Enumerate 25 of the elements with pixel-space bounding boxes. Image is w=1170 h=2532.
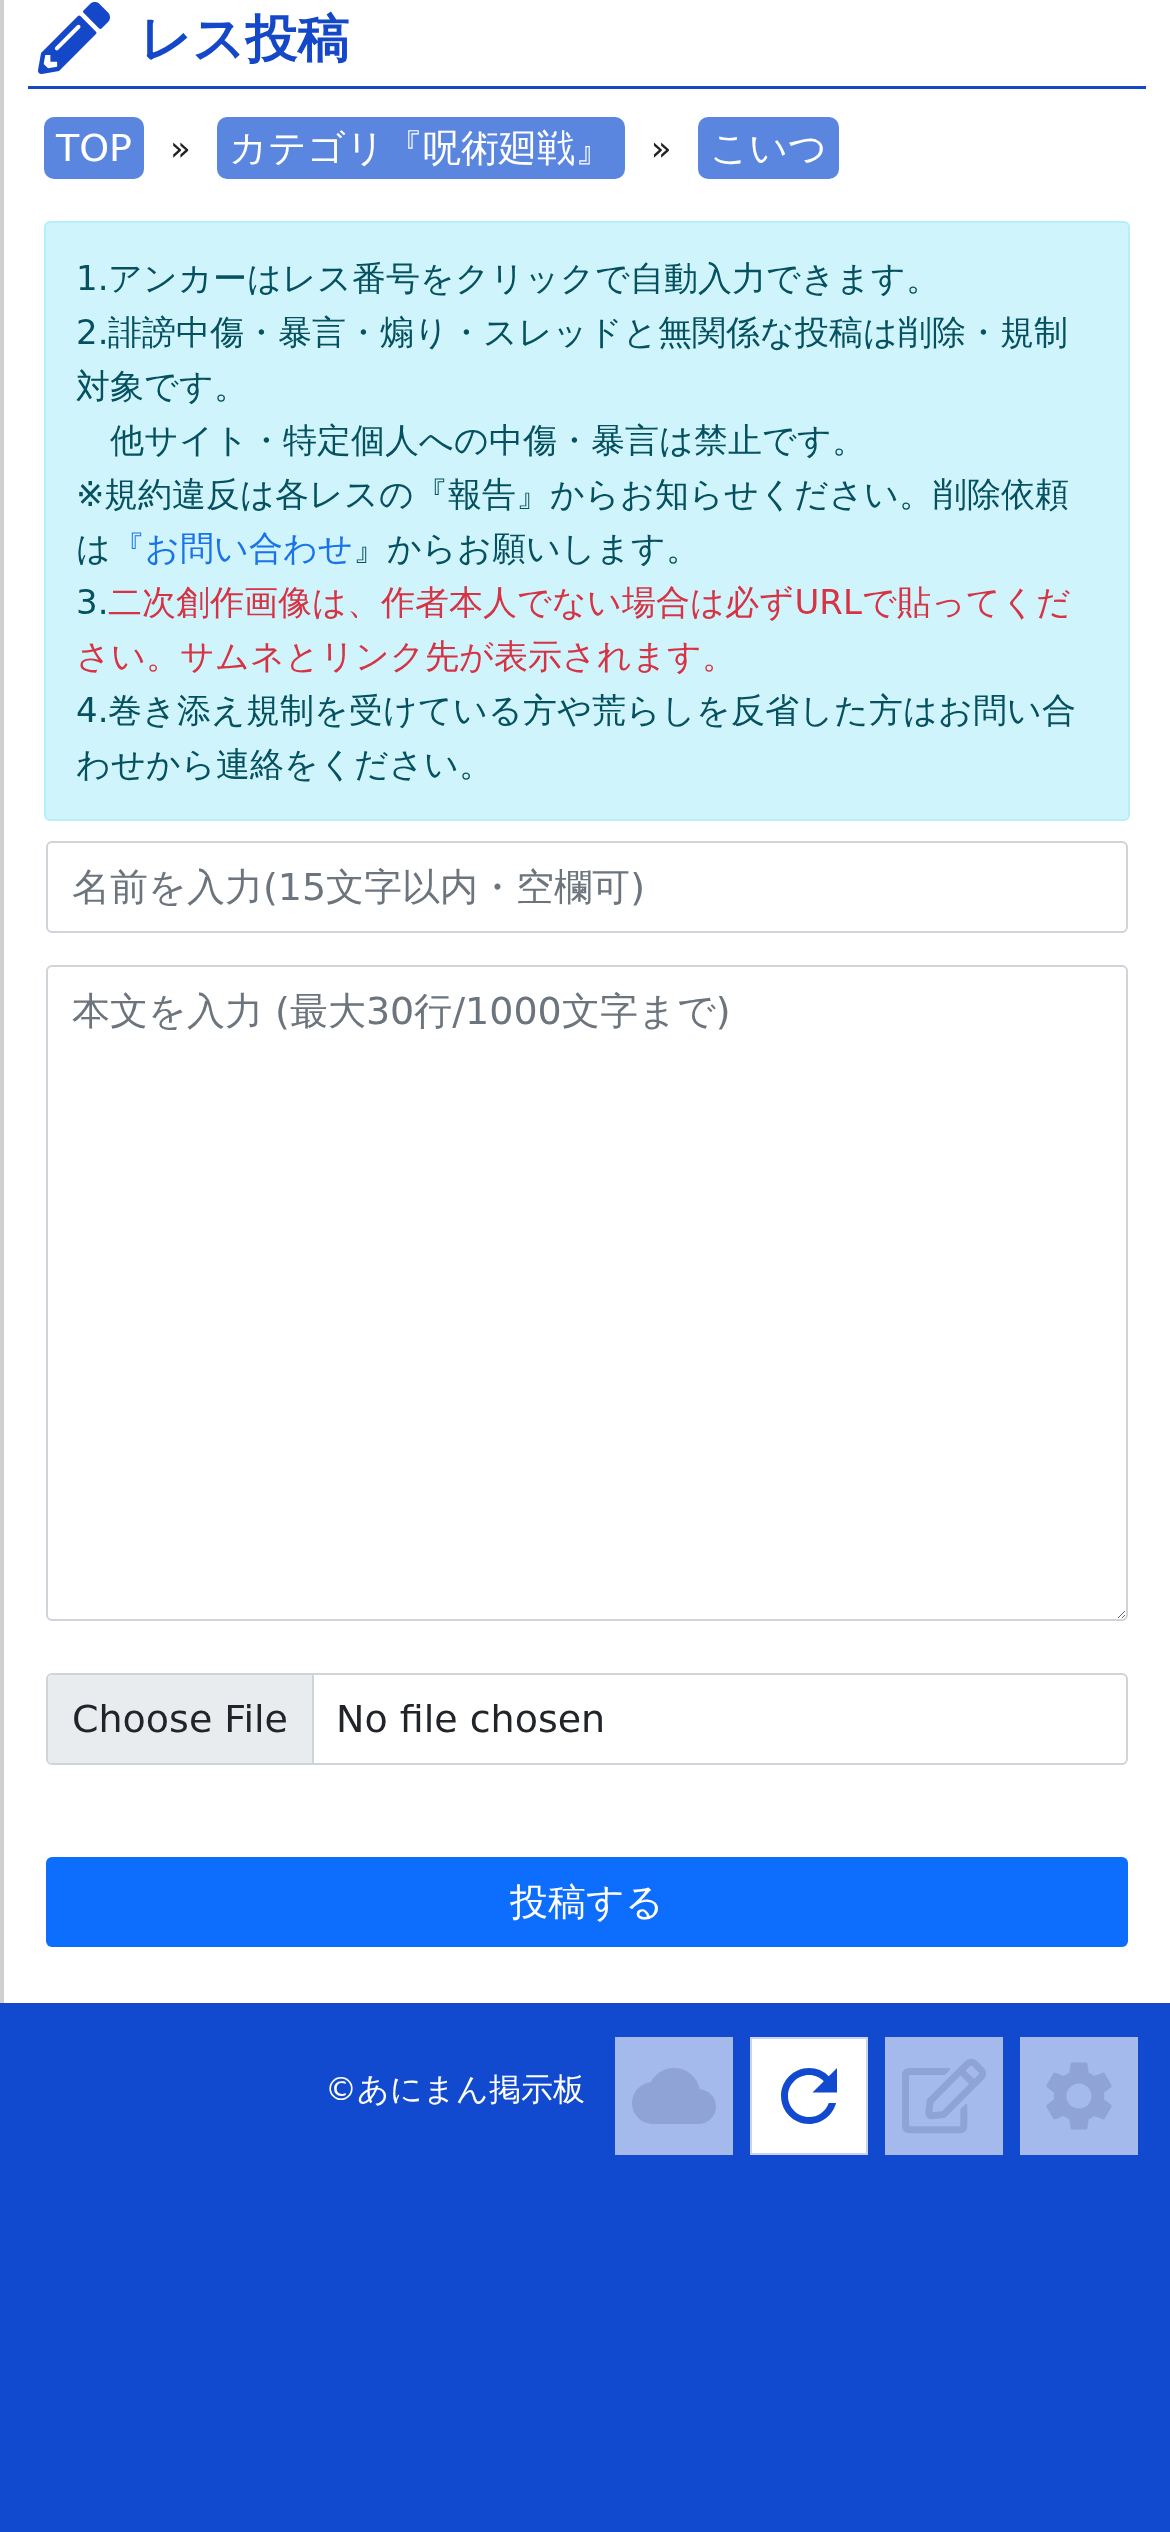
breadcrumb-link[interactable]: TOP: [44, 117, 145, 179]
breadcrumb-link[interactable]: こいつ: [697, 117, 839, 179]
breadcrumb-separator: »: [650, 126, 672, 170]
page-title: レス投稿: [140, 12, 350, 64]
notice-text: 他サイト・特定個人への中傷・暴言は禁止です。: [109, 419, 867, 462]
edit-button[interactable]: [885, 2037, 1003, 2155]
submit-button[interactable]: 投稿する: [46, 1857, 1128, 1947]
refresh-button[interactable]: [750, 2037, 868, 2155]
settings-button[interactable]: [1020, 2037, 1138, 2155]
file-status: No file chosen: [334, 1695, 607, 1743]
notice-text: ※規約違反は各レスの『報告』からお知らせください。削除依頼は『お問い合わせ』からお願いします。: [76, 473, 1071, 570]
notice-text: 1.アンカーはレス番号をクリックで自動入力できます。: [76, 257, 942, 300]
breadcrumb-link[interactable]: カテゴリ『呪術廻戦』: [216, 117, 625, 179]
cloud-button[interactable]: [615, 2037, 733, 2155]
name-field[interactable]: 名前を入力(15文字以内・空欄可): [46, 841, 1128, 933]
notice-text: 2.誹謗中傷・暴言・煽り・スレッドと無関係な投稿は削除・規制対象です。: [76, 311, 1070, 408]
file-field[interactable]: Choose File No file chosen: [46, 1673, 1128, 1765]
contact-link[interactable]: 『お問い合わせ: [111, 528, 353, 568]
choose-file-button[interactable]: Choose File: [48, 1675, 314, 1763]
notice-text: 4.巻き添え規制を受けている方や荒らしを反省した方はお問い合わせから連絡をください。: [76, 689, 1078, 786]
body-field[interactable]: 本文を入力 (最大30行/1000文字まで): [46, 965, 1128, 1621]
footer-copyright: ©あにまん掲示板: [325, 2069, 585, 2110]
breadcrumb-separator: »: [170, 126, 191, 170]
pencil-icon: [38, 2, 110, 74]
notice-warning: 3.二次創作画像は、作者本人でない場合は必ずURLで貼ってください。サムネとリンク先が表示されます。: [76, 581, 1072, 678]
